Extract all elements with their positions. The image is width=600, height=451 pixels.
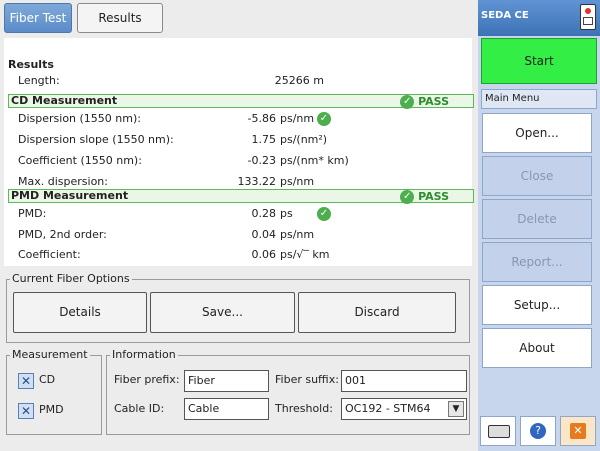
tab-fiber-test[interactable]: Fiber Test (4, 3, 72, 33)
discard-button[interactable]: Discard (298, 292, 456, 333)
pmd-section-title: PMD Measurement (11, 189, 129, 202)
report-menu-button[interactable]: Report... (482, 242, 592, 282)
about-menu-button[interactable]: About (482, 328, 592, 368)
close-menu-button[interactable]: Close (482, 156, 592, 196)
pmd-row-unit: ps/nm (280, 228, 315, 241)
side-panel: SEDA CE Start Main Menu Open... Close De… (478, 0, 600, 451)
cd-checkbox-label: CD (39, 373, 56, 386)
pmd-row-label: Coefficient: (18, 248, 81, 261)
threshold-label: Threshold: (275, 402, 333, 415)
main-menu-title: Main Menu (481, 89, 597, 109)
cd-row-label: Coefficient (1550 nm): (18, 154, 142, 167)
pmd-row-unit: ps (280, 207, 293, 220)
chevron-down-icon[interactable]: ▼ (448, 401, 464, 417)
app-title: SEDA CE (481, 10, 529, 21)
pmd-row-unit: ps/√‾ km (280, 248, 330, 261)
check-icon: ✓ (317, 112, 331, 126)
pmd-row-value: 0.04 (251, 228, 277, 241)
tab-results[interactable]: Results (77, 3, 163, 33)
pmd-section-header: PMD Measurement ✓ PASS (8, 189, 474, 204)
save-button[interactable]: Save... (150, 292, 295, 333)
cd-row-unit: ps/nm (280, 112, 315, 125)
help-icon[interactable]: ? (520, 416, 556, 446)
check-icon: ✓ (400, 95, 415, 109)
threshold-select[interactable]: OC192 - STM64 ▼ (341, 398, 467, 420)
cd-pass-status: ✓ PASS (400, 95, 449, 109)
pmd-row-label: PMD: (18, 207, 47, 220)
setup-menu-button[interactable]: Setup... (482, 285, 592, 325)
details-button[interactable]: Details (13, 292, 147, 333)
keyboard-icon[interactable] (480, 416, 516, 446)
length-value: 25266 m (274, 74, 324, 87)
check-icon: ✓ (400, 190, 415, 204)
cd-pass-label: PASS (418, 95, 449, 108)
cd-row-value: -5.86 (247, 112, 276, 125)
threshold-value: OC192 - STM64 (345, 402, 431, 415)
fiber-options-title: Current Fiber Options (10, 272, 132, 285)
information-group (106, 355, 470, 435)
open-menu-button[interactable]: Open... (482, 113, 592, 153)
cable-id-input[interactable]: Cable (184, 398, 269, 420)
pmd-checkbox-label: PMD (39, 403, 64, 416)
cd-row-unit: ps/(nm* km) (280, 154, 349, 167)
cd-checkbox[interactable]: ✕ (18, 373, 34, 389)
cd-row-label: Dispersion slope (1550 nm): (18, 133, 174, 146)
cd-row-label: Dispersion (1550 nm): (18, 112, 141, 125)
pmd-row-value: 0.06 (251, 248, 277, 261)
information-title: Information (110, 348, 178, 361)
start-button[interactable]: Start (481, 38, 597, 84)
fiber-prefix-input[interactable]: Fiber (184, 370, 269, 392)
cable-id-label: Cable ID: (114, 402, 165, 415)
length-label: Length: (18, 74, 60, 87)
cd-row-value: 1.75 (251, 133, 277, 146)
pmd-row-value: 0.28 (251, 207, 277, 220)
pmd-row-label: PMD, 2nd order: (18, 228, 107, 241)
pmd-pass-label: PASS (418, 190, 449, 203)
delete-menu-button[interactable]: Delete (482, 199, 592, 239)
pmd-checkbox[interactable]: ✕ (18, 403, 34, 419)
device-icon (580, 4, 596, 30)
cd-row-unit: ps/(nm²) (280, 133, 328, 146)
results-panel: Results Length: 25266 m CD Measurement ✓… (4, 38, 474, 266)
cd-section-header: CD Measurement ✓ PASS (8, 94, 474, 109)
pmd-pass-status: ✓ PASS (400, 190, 449, 204)
cd-section-title: CD Measurement (11, 94, 118, 107)
measurement-title: Measurement (10, 348, 90, 361)
fiber-suffix-input[interactable]: 001 (341, 370, 467, 392)
check-icon: ✓ (317, 207, 331, 221)
fiber-prefix-label: Fiber prefix: (114, 373, 180, 386)
app-titlebar: SEDA CE (478, 0, 600, 36)
fiber-suffix-label: Fiber suffix: (275, 373, 339, 386)
close-icon[interactable]: ✕ (560, 416, 596, 446)
measurement-group (6, 355, 102, 435)
cd-row-value: -0.23 (247, 154, 276, 167)
